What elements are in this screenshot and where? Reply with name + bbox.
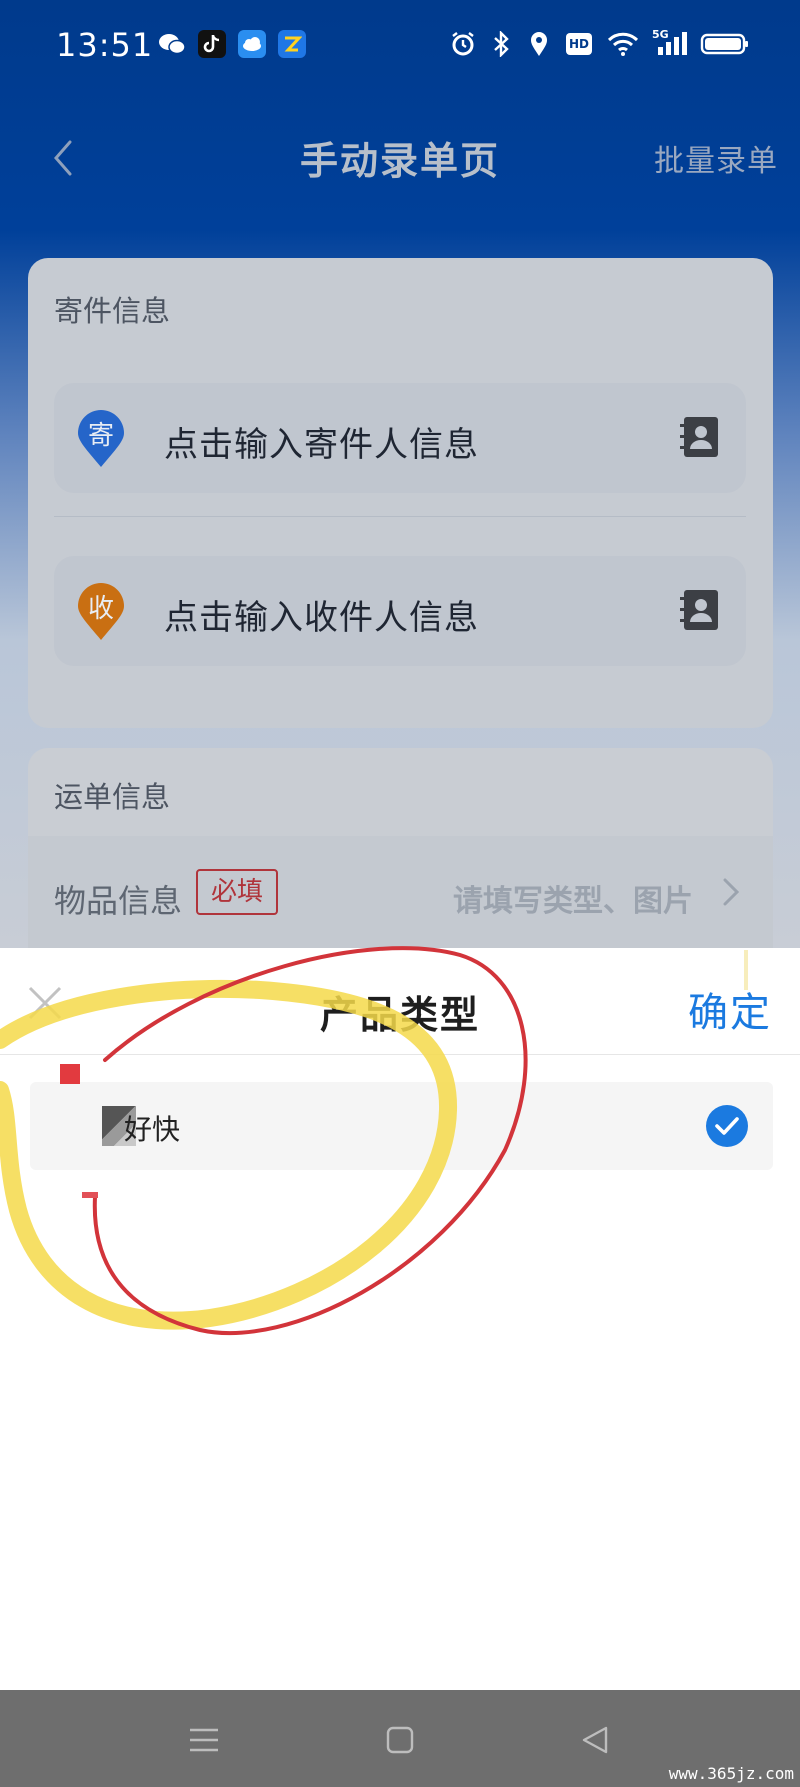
sender-info-card: 寄件信息 寄 点击输入寄件人信息 收 点击输入收件人信息 <box>28 258 773 728</box>
notification-icons <box>158 30 306 58</box>
status-time: 13:51 <box>56 26 154 64</box>
confirm-button[interactable]: 确定 <box>688 980 772 1038</box>
required-badge: 必填 <box>196 869 278 915</box>
batch-entry-button[interactable]: 批量录单 <box>654 136 778 180</box>
hd-icon: HD <box>564 30 594 58</box>
check-circle-icon[interactable] <box>705 1104 749 1148</box>
sheet-title: 产品类型 <box>319 993 480 1037</box>
waybill-card-body: 物品信息 必填 请填写类型、图片 <box>28 836 773 948</box>
product-option-label: 好快 <box>124 1113 181 1146</box>
item-info-label: 物品信息 <box>54 882 183 920</box>
item-info-row[interactable]: 物品信息 必填 请填写类型、图片 <box>28 836 773 946</box>
system-navigation-bar: www.365jz.com <box>0 1690 800 1787</box>
receiver-input-row[interactable]: 收 点击输入收件人信息 <box>54 556 746 666</box>
wifi-icon <box>606 30 640 58</box>
receiver-pin-label: 收 <box>87 594 114 624</box>
sheet-divider <box>0 1054 800 1055</box>
tiktok-icon <box>198 30 226 58</box>
battery-icon <box>700 30 750 58</box>
wechat-icon <box>158 30 186 58</box>
sender-pin-label: 寄 <box>87 421 114 451</box>
sender-input-label: 点击输入寄件人信息 <box>164 425 479 465</box>
back-icon[interactable] <box>576 1720 616 1760</box>
signal-5g-icon: 5G <box>652 28 688 58</box>
express-app-icon <box>278 30 306 58</box>
sender-pin-icon: 寄 <box>76 409 126 469</box>
app-background: 13:51 HD 5G 手动录单页 批量录单 寄件信息 寄 点击输入寄件人信息 … <box>0 0 800 948</box>
product-option-row[interactable]: 好快 <box>30 1082 773 1170</box>
home-icon[interactable] <box>380 1720 420 1760</box>
status-bar: 13:51 HD 5G <box>0 0 800 92</box>
location-icon <box>526 30 552 58</box>
network-label: 5G <box>652 28 669 41</box>
receiver-input-label: 点击输入收件人信息 <box>164 598 479 638</box>
item-info-placeholder: 请填写类型、图片 <box>453 884 693 919</box>
address-book-icon[interactable] <box>678 415 720 459</box>
system-status-icons: HD 5G <box>450 28 750 58</box>
alarm-icon <box>450 30 476 58</box>
bluetooth-icon <box>488 30 514 58</box>
top-nav-bar: 手动录单页 批量录单 <box>0 100 800 210</box>
hd-label: HD <box>566 33 592 55</box>
chevron-right-icon <box>719 874 743 910</box>
product-type-sheet: 产品类型 确定 好快 <box>0 948 800 1690</box>
contact-divider <box>54 516 746 517</box>
address-book-icon[interactable] <box>678 588 720 632</box>
weather-icon <box>238 30 266 58</box>
menu-icon[interactable] <box>184 1720 224 1760</box>
sender-info-heading: 寄件信息 <box>54 294 171 328</box>
receiver-pin-icon: 收 <box>76 582 126 642</box>
waybill-info-card: 运单信息 物品信息 必填 请填写类型、图片 <box>28 748 773 948</box>
watermark-text: www.365jz.com <box>668 1764 794 1783</box>
waybill-info-heading: 运单信息 <box>54 780 171 814</box>
sender-input-row[interactable]: 寄 点击输入寄件人信息 <box>54 383 746 493</box>
